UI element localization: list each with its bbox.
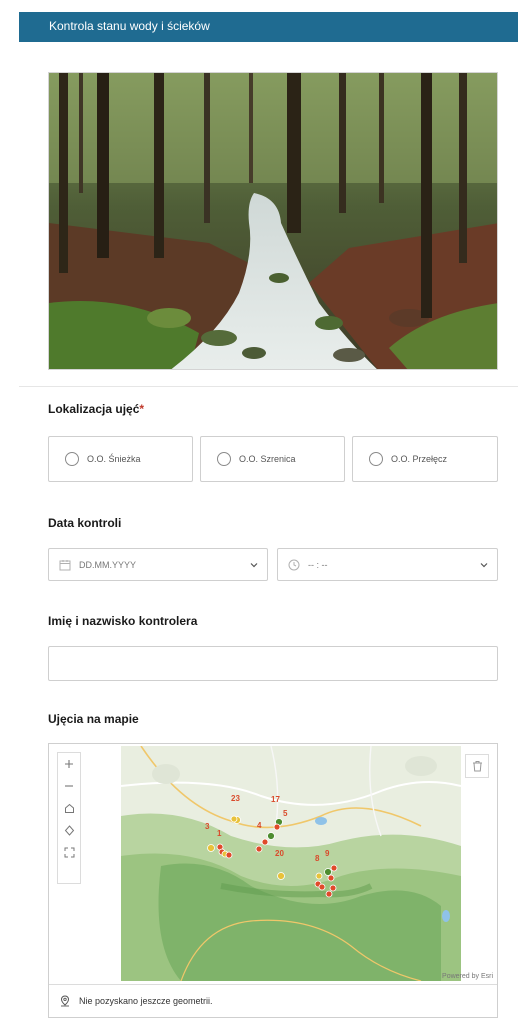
minus-icon [65, 785, 73, 787]
fullscreen-button[interactable] [58, 841, 80, 863]
location-label-text: Lokalizacja ujęć [48, 402, 140, 416]
locate-button[interactable] [58, 819, 80, 841]
locate-icon [64, 824, 74, 836]
required-marker: * [139, 402, 145, 416]
trash-icon [472, 761, 482, 772]
radio-option-label: O.O. Szrenica [239, 454, 296, 464]
form-title: Kontrola stanu wody i ścieków [49, 19, 210, 33]
zoom-in-button[interactable] [58, 753, 80, 775]
radio-option-sniezka[interactable]: O.O. Śnieżka [48, 436, 193, 482]
chevron-down-icon [250, 563, 258, 568]
time-placeholder: -- : -- [308, 559, 328, 570]
home-icon [64, 803, 74, 813]
map-canvas[interactable]: 23 17 5 3 1 4 20 8 9 [121, 746, 461, 981]
zoom-out-button[interactable] [58, 775, 80, 797]
marker-label: 3 [205, 822, 210, 831]
radio-option-przelecz[interactable]: O.O. Przełęcz [352, 436, 498, 482]
inspection-date-label: Data kontroli [48, 516, 122, 530]
geometry-status: Nie pozyskano jeszcze geometrii. [49, 984, 497, 1017]
calendar-icon [59, 559, 71, 570]
marker-label: 20 [275, 849, 284, 858]
clock-icon [288, 559, 300, 570]
marker-label: 17 [271, 795, 280, 804]
location-label: Lokalizacja ujęć* [48, 402, 144, 416]
fullscreen-icon [64, 847, 74, 857]
radio-circle-icon [369, 452, 383, 466]
section-divider [19, 386, 518, 387]
marker-label: 9 [325, 849, 330, 858]
plus-icon [65, 760, 73, 768]
radio-circle-icon [217, 452, 231, 466]
map-widget: 23 17 5 3 1 4 20 8 9 Powered by Esri Nie… [48, 743, 498, 1018]
inspector-name-input[interactable] [48, 646, 498, 681]
marker-label: 1 [217, 829, 222, 838]
marker-label: 5 [283, 809, 288, 818]
map-toolbar [57, 752, 81, 884]
time-input[interactable]: -- : -- [277, 548, 498, 581]
header-image [48, 72, 498, 370]
date-placeholder: DD.MM.YYYY [79, 559, 137, 570]
map-label: Ujęcia na mapie [48, 712, 139, 726]
inspector-label: Imię i nazwisko kontrolera [48, 614, 198, 628]
clear-geometry-button[interactable] [465, 754, 489, 778]
home-button[interactable] [58, 797, 80, 819]
marker-label: 23 [231, 794, 240, 803]
marker-label: 8 [315, 854, 320, 863]
radio-option-szrenica[interactable]: O.O. Szrenica [200, 436, 345, 482]
map-pin-icon [60, 995, 70, 1007]
geometry-status-text: Nie pozyskano jeszcze geometrii. [79, 996, 213, 1006]
date-input[interactable]: DD.MM.YYYY [48, 548, 268, 581]
form-header: Kontrola stanu wody i ścieków [19, 12, 518, 42]
marker-label: 4 [257, 821, 262, 830]
chevron-down-icon [480, 563, 488, 568]
radio-option-label: O.O. Przełęcz [391, 454, 448, 464]
radio-option-label: O.O. Śnieżka [87, 454, 141, 464]
map-attribution: Powered by Esri [442, 973, 493, 980]
radio-circle-icon [65, 452, 79, 466]
